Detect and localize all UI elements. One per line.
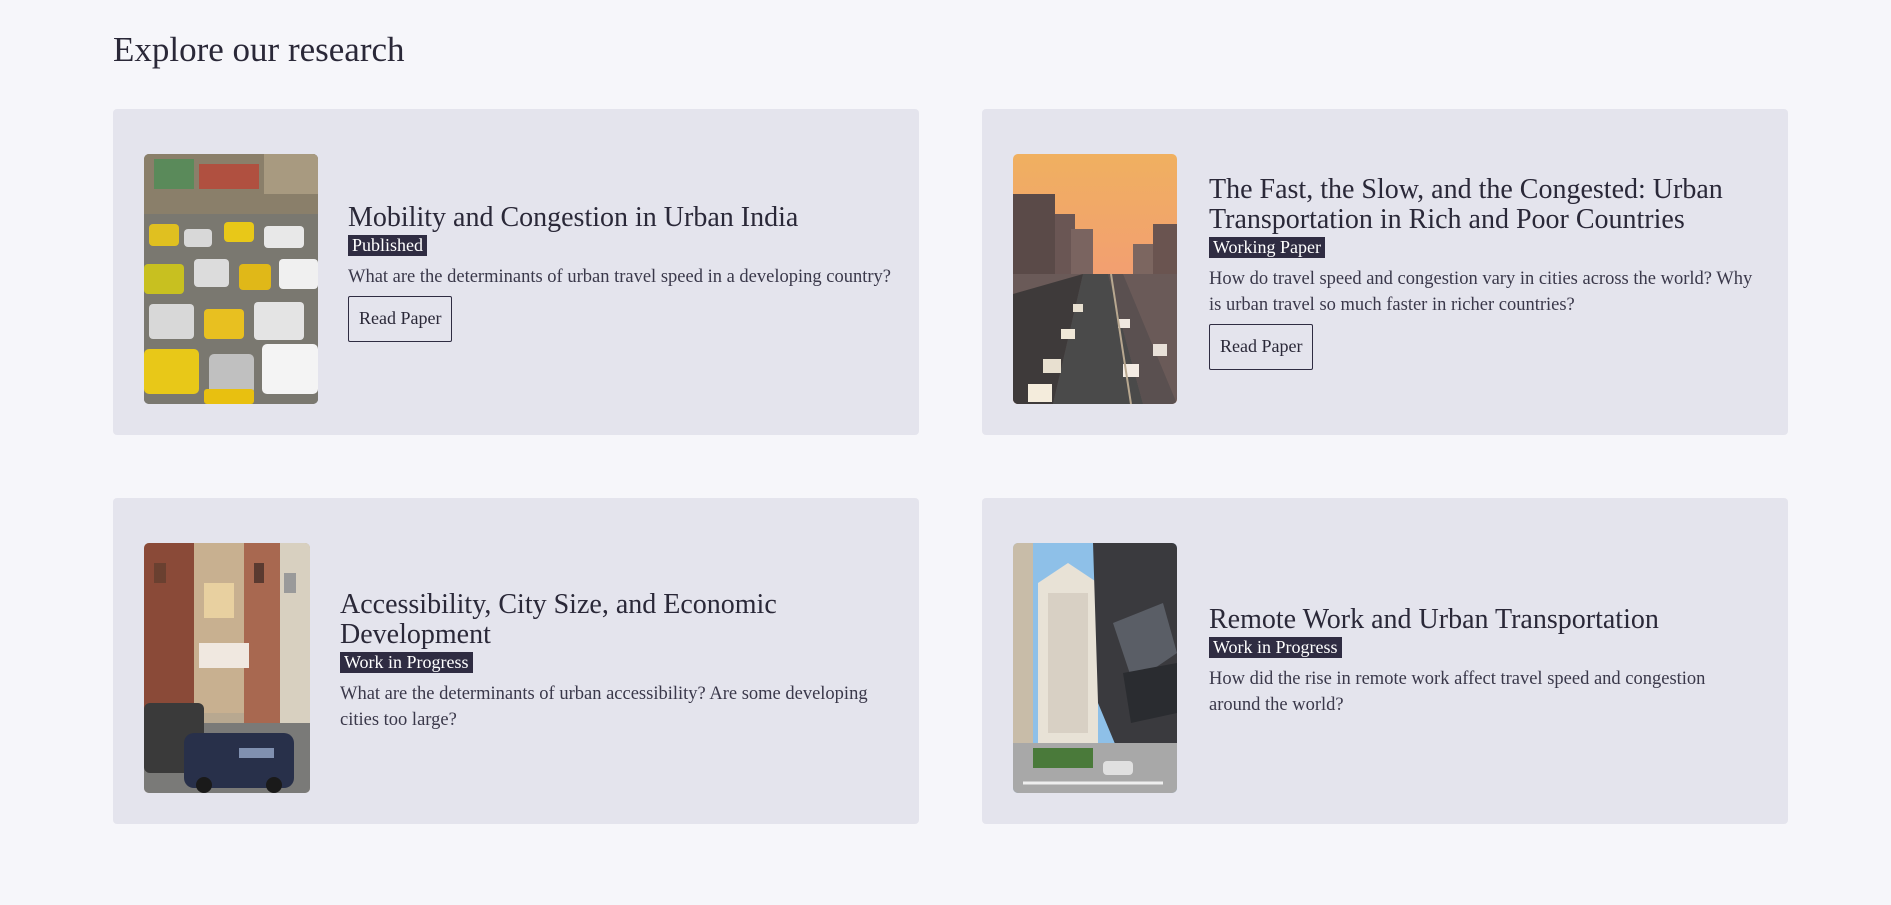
skyscrapers-photo [1013, 543, 1177, 793]
paper-title: Accessibility, City Size, and Economic D… [340, 588, 777, 650]
read-paper-button[interactable]: Read Paper [1209, 323, 1314, 370]
page-heading: Explore our research [113, 30, 405, 69]
card-body: Remote Work and Urban Transportation Wor… [1209, 498, 1760, 824]
research-card-remote-work: Remote Work and Urban Transportation Wor… [982, 498, 1788, 824]
status-badge: Work in Progress [1209, 636, 1342, 658]
city-street-photo [144, 543, 310, 793]
paper-description: How do travel speed and congestion vary … [1209, 268, 1753, 315]
card-body: Accessibility, City Size, and Economic D… [340, 498, 891, 824]
paper-title: Mobility and Congestion in Urban India [348, 201, 799, 233]
paper-title: Remote Work and Urban Transportation [1209, 603, 1659, 635]
highway-sunset-photo [1013, 154, 1177, 404]
research-card-fast-slow-congested: The Fast, the Slow, and the Congested: U… [982, 109, 1788, 435]
paper-description: How did the rise in remote work affect t… [1209, 668, 1706, 715]
status-badge: Work in Progress [340, 651, 473, 673]
status-badge: Working Paper [1209, 236, 1326, 258]
research-card-mobility-india: Mobility and Congestion in Urban India P… [113, 109, 919, 435]
traffic-jam-photo [144, 154, 318, 404]
read-paper-button[interactable]: Read Paper [348, 295, 453, 342]
paper-title: The Fast, the Slow, and the Congested: U… [1209, 173, 1723, 235]
card-body: Mobility and Congestion in Urban India P… [348, 109, 891, 435]
paper-description: What are the determinants of urban trave… [348, 266, 891, 287]
status-badge: Published [348, 234, 428, 256]
card-body: The Fast, the Slow, and the Congested: U… [1209, 109, 1760, 435]
paper-description: What are the determinants of urban acces… [340, 683, 868, 730]
research-card-accessibility: Accessibility, City Size, and Economic D… [113, 498, 919, 824]
